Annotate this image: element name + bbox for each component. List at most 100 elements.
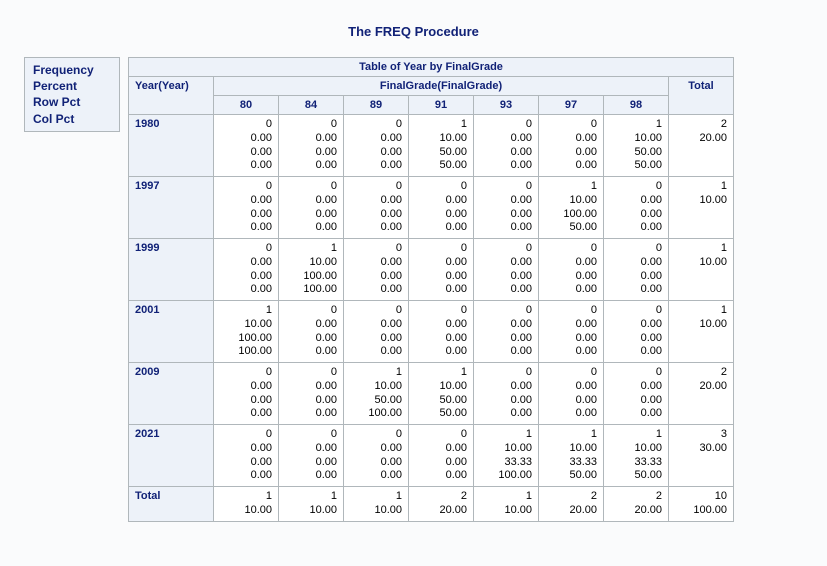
data-cell: 110.00 [344, 487, 409, 522]
data-cell: 110.0033.3350.00 [539, 425, 604, 487]
cell-value: 100.00 [350, 407, 402, 421]
cell-value: 0.00 [610, 194, 662, 208]
cell-value: 0 [285, 366, 337, 380]
totals-row: Total110.00110.00110.00220.00110.00220.0… [129, 487, 734, 522]
cell-value: 0.00 [610, 283, 662, 297]
cell-value: 10.00 [610, 132, 662, 146]
data-cell: 110.00 [669, 239, 734, 301]
cell-value: 0.00 [545, 380, 597, 394]
cell-value: 0.00 [480, 208, 532, 222]
legend-colpct: Col Pct [33, 111, 111, 127]
cell-value: 0.00 [415, 194, 467, 208]
data-cell: 110.0050.0050.00 [409, 115, 474, 177]
legend-frequency: Frequency [33, 62, 111, 78]
cell-value: 0.00 [285, 394, 337, 408]
col-header: 98 [604, 96, 669, 115]
content-layout: Frequency Percent Row Pct Col Pct Table … [24, 57, 803, 522]
cell-value: 2 [675, 118, 727, 132]
data-cell: 00.000.000.00 [344, 177, 409, 239]
cell-value: 0.00 [545, 146, 597, 160]
cell-value: 0.00 [350, 270, 402, 284]
col-header: 80 [214, 96, 279, 115]
cell-value: 0.00 [545, 394, 597, 408]
cell-value: 0.00 [415, 456, 467, 470]
cell-value: 0 [610, 304, 662, 318]
cell-value: 0.00 [285, 146, 337, 160]
cell-value: 1 [285, 490, 337, 504]
data-cell: 00.000.000.00 [604, 363, 669, 425]
cell-value: 0.00 [220, 159, 272, 173]
cell-value: 0.00 [480, 345, 532, 359]
data-cell: 110.00 [474, 487, 539, 522]
cell-value: 0 [220, 242, 272, 256]
cell-value: 0.00 [285, 159, 337, 173]
cell-value: 50.00 [350, 394, 402, 408]
cell-value: 0.00 [610, 221, 662, 235]
row-label: 2009 [129, 363, 214, 425]
cell-value: 100.00 [220, 345, 272, 359]
cell-value: 0.00 [480, 394, 532, 408]
cell-value: 50.00 [415, 394, 467, 408]
data-cell: 00.000.000.00 [279, 177, 344, 239]
cell-value: 0.00 [220, 394, 272, 408]
column-headers-row: 80 84 89 91 93 97 98 [129, 96, 734, 115]
cell-value: 0.00 [610, 394, 662, 408]
cell-value: 0.00 [350, 456, 402, 470]
data-cell: 00.000.000.00 [214, 425, 279, 487]
data-cell: 110.0033.3350.00 [604, 425, 669, 487]
cell-value: 0 [285, 118, 337, 132]
cell-value: 1 [480, 490, 532, 504]
cell-value: 0.00 [220, 208, 272, 222]
cell-value: 0 [415, 304, 467, 318]
cell-value: 10.00 [545, 194, 597, 208]
cell-value: 0.00 [415, 442, 467, 456]
cell-value: 0.00 [285, 407, 337, 421]
data-cell: 00.000.000.00 [279, 115, 344, 177]
procedure-title: The FREQ Procedure [24, 24, 803, 39]
cell-value: 0.00 [415, 469, 467, 483]
cell-value: 0 [220, 180, 272, 194]
data-cell: 00.000.000.00 [539, 363, 604, 425]
cell-value: 0.00 [220, 380, 272, 394]
cell-value: 2 [610, 490, 662, 504]
total-column-header: Total [669, 77, 734, 115]
col-var-label: FinalGrade(FinalGrade) [214, 77, 669, 96]
cell-value: 0.00 [285, 132, 337, 146]
cell-value: 2 [415, 490, 467, 504]
cell-value: 0.00 [480, 318, 532, 332]
cell-value: 0 [545, 242, 597, 256]
cell-value: 0.00 [350, 332, 402, 346]
cell-value: 0.00 [415, 332, 467, 346]
data-cell: 110.0050.0050.00 [604, 115, 669, 177]
cell-value: 0 [415, 428, 467, 442]
data-cell: 00.000.000.00 [539, 115, 604, 177]
data-cell: 00.000.000.00 [214, 115, 279, 177]
data-cell: 220.00 [669, 115, 734, 177]
cell-value: 0.00 [285, 345, 337, 359]
cell-value: 0.00 [220, 132, 272, 146]
data-cell: 00.000.000.00 [409, 239, 474, 301]
cell-value: 0.00 [350, 159, 402, 173]
cell-value: 0.00 [480, 132, 532, 146]
cell-value: 0 [480, 366, 532, 380]
cell-value: 0.00 [480, 256, 532, 270]
cell-value: 0.00 [545, 318, 597, 332]
data-cell: 00.000.000.00 [214, 239, 279, 301]
cell-value: 0.00 [480, 380, 532, 394]
cell-value: 0.00 [545, 256, 597, 270]
data-cell: 110.00 [279, 487, 344, 522]
data-cell: 00.000.000.00 [344, 301, 409, 363]
cell-value: 0.00 [220, 194, 272, 208]
cell-value: 50.00 [610, 146, 662, 160]
cell-value: 33.33 [480, 456, 532, 470]
cell-value: 50.00 [415, 146, 467, 160]
cell-value: 0.00 [285, 456, 337, 470]
cell-value: 0.00 [350, 345, 402, 359]
cell-value: 0.00 [610, 332, 662, 346]
cell-value: 0 [545, 118, 597, 132]
col-header: 93 [474, 96, 539, 115]
cell-value: 0 [285, 180, 337, 194]
data-cell: 00.000.000.00 [604, 301, 669, 363]
data-cell: 00.000.000.00 [474, 115, 539, 177]
table-title: Table of Year by FinalGrade [129, 58, 734, 77]
